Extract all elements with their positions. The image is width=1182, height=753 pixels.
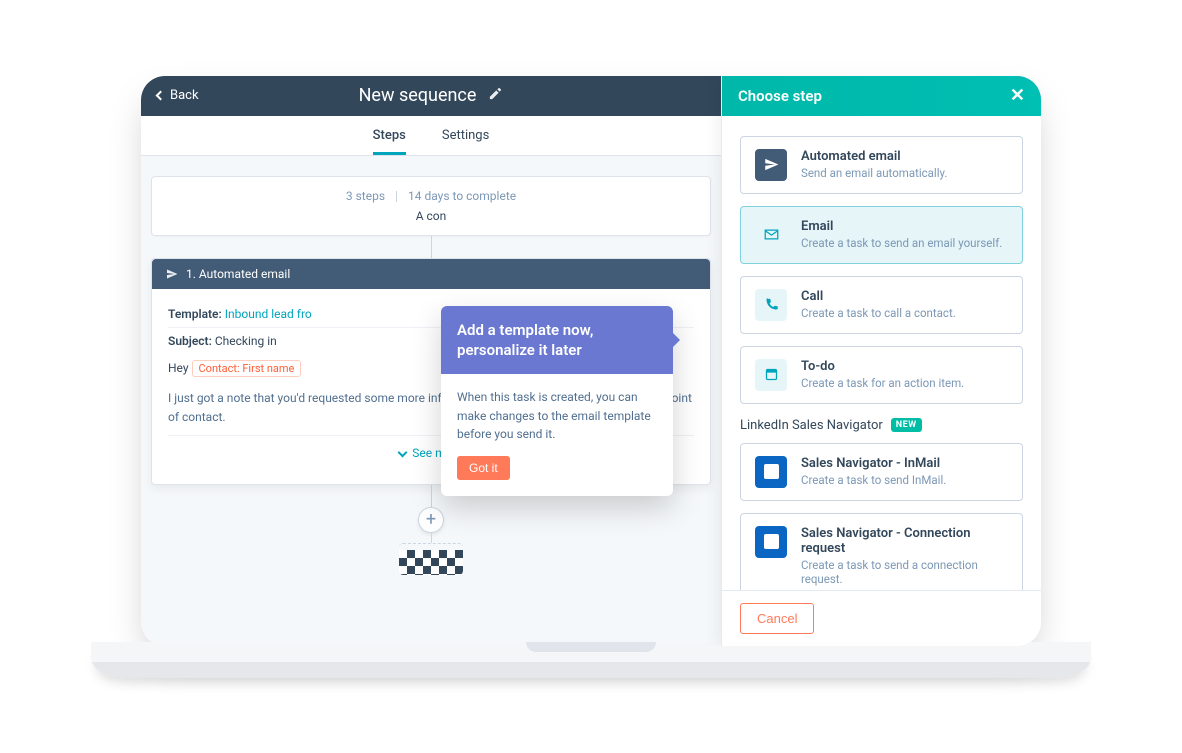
laptop-base	[91, 642, 1091, 678]
option-desc: Create a task to call a contact.	[801, 306, 956, 320]
template-label: Template:	[168, 307, 222, 321]
option-title: Call	[801, 289, 956, 304]
tab-settings[interactable]: Settings	[442, 116, 489, 155]
option-title: Automated email	[801, 149, 947, 164]
linkedin-label: LinkedIn Sales Navigator	[740, 418, 883, 433]
sidepanel-footer: Cancel	[722, 590, 1041, 646]
chevron-down-icon	[398, 448, 408, 458]
greeting-text: Hey	[168, 361, 189, 375]
linkedin-icon	[755, 456, 787, 488]
option-title: Email	[801, 219, 1002, 234]
laptop-mockup: Back New sequence Steps Settings 3 steps	[86, 76, 1096, 678]
sequence-summary-card: 3 steps 14 days to complete A con	[151, 176, 711, 236]
option-call[interactable]: Call Create a task to call a contact.	[740, 276, 1023, 334]
phone-icon	[755, 289, 787, 321]
option-desc: Create a task to send a connection reque…	[801, 558, 1008, 586]
page-title-area: New sequence	[141, 76, 721, 116]
popover-caret	[672, 332, 688, 348]
step-header: 1. Automated email	[152, 259, 710, 289]
duration: 14 days to complete	[408, 189, 516, 203]
screen: Back New sequence Steps Settings 3 steps	[141, 76, 1041, 646]
sequence-end-marker	[399, 543, 463, 575]
cancel-button[interactable]: Cancel	[740, 603, 814, 634]
chevron-left-icon	[156, 91, 166, 101]
step-count: 3 steps	[346, 189, 385, 203]
todo-icon	[755, 359, 787, 391]
linkedin-section-label: LinkedIn Sales Navigator NEW	[740, 418, 1023, 433]
sidepanel-header: Choose step ✕	[722, 76, 1041, 116]
option-linkedin-connection[interactable]: Sales Navigator - Connection request Cre…	[740, 513, 1023, 590]
option-title: Sales Navigator - InMail	[801, 456, 946, 471]
send-icon	[755, 149, 787, 181]
mail-icon	[755, 219, 787, 251]
popover-body: When this task is created, you can make …	[441, 374, 673, 496]
option-desc: Send an email automatically.	[801, 166, 947, 180]
close-button[interactable]: ✕	[1010, 87, 1025, 105]
popover-headline: Add a template now, personalize it later	[441, 306, 673, 375]
linkedin-icon	[755, 526, 787, 558]
sidepanel-title: Choose step	[738, 87, 822, 105]
pencil-icon	[488, 86, 503, 101]
popover-text: When this task is created, you can make …	[457, 388, 657, 444]
choose-step-panel: Choose step ✕ Automated email Send an em…	[721, 76, 1041, 646]
new-badge: NEW	[891, 418, 922, 432]
onboarding-popover: Add a template now, personalize it later…	[441, 306, 673, 496]
option-todo[interactable]: To-do Create a task for an action item.	[740, 346, 1023, 404]
summary-subtitle: A con	[170, 209, 692, 223]
meta-divider	[396, 191, 397, 202]
option-email[interactable]: Email Create a task to send an email you…	[740, 206, 1023, 264]
connector-line	[431, 485, 432, 507]
personalization-token[interactable]: Contact: First name	[192, 360, 302, 377]
template-link[interactable]: Inbound lead fro	[225, 307, 312, 321]
send-icon	[166, 268, 178, 280]
option-desc: Create a task to send an email yourself.	[801, 236, 1002, 250]
back-button[interactable]: Back	[157, 88, 199, 103]
option-title: Sales Navigator - Connection request	[801, 526, 1008, 556]
connector-line	[431, 533, 432, 543]
option-automated-email[interactable]: Automated email Send an email automatica…	[740, 136, 1023, 194]
summary-meta: 3 steps 14 days to complete	[170, 189, 692, 203]
option-linkedin-inmail[interactable]: Sales Navigator - InMail Create a task t…	[740, 443, 1023, 501]
app-root: Back New sequence Steps Settings 3 steps	[141, 76, 1041, 646]
page-title: New sequence	[359, 85, 477, 106]
edit-title-button[interactable]	[488, 85, 503, 106]
back-label: Back	[170, 88, 199, 103]
add-step-button[interactable]: +	[418, 507, 444, 533]
tab-bar: Steps Settings	[141, 116, 721, 156]
connector-line	[431, 236, 432, 258]
option-desc: Create a task for an action item.	[801, 376, 964, 390]
step-header-label: 1. Automated email	[186, 267, 290, 281]
tab-steps[interactable]: Steps	[373, 116, 406, 155]
popover-dismiss-button[interactable]: Got it	[457, 456, 510, 480]
option-desc: Create a task to send InMail.	[801, 473, 946, 487]
option-title: To-do	[801, 359, 964, 374]
subject-label: Subject:	[168, 334, 212, 348]
subject-value: Checking in	[215, 334, 277, 348]
sidepanel-body: Automated email Send an email automatica…	[722, 116, 1041, 590]
